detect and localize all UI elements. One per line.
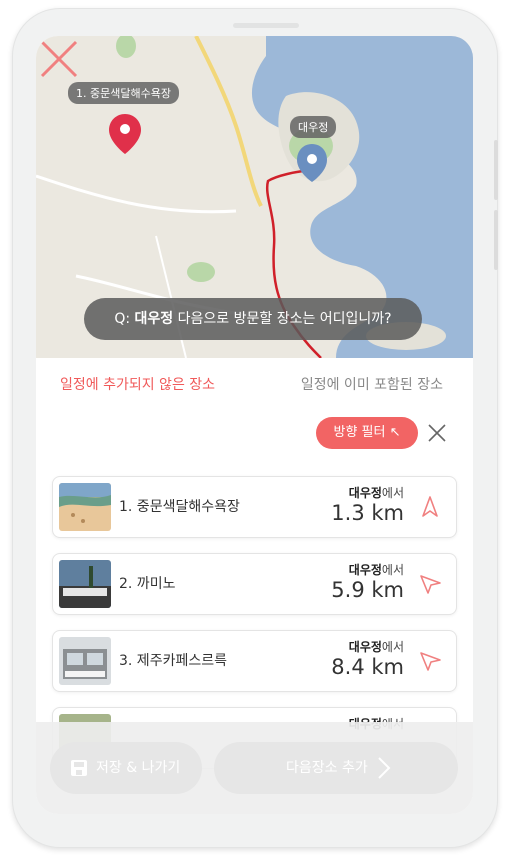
place-card[interactable]: 1. 중문색달해수욕장 대우정에서 1.3 km [52, 476, 457, 538]
place-name: 2. 까미노 [119, 576, 176, 592]
save-icon [71, 760, 87, 776]
pin-current-label: 대우정 [290, 116, 337, 138]
save-exit-button[interactable]: 저장 & 나가기 [50, 742, 202, 794]
distance-value: 1.3 km [331, 501, 404, 525]
phone-speaker [233, 23, 299, 28]
park-area [187, 262, 215, 282]
close-icon[interactable] [426, 422, 448, 444]
distance-value: 8.4 km [331, 655, 404, 679]
place-thumbnail [59, 637, 111, 685]
add-next-place-label: 다음장소 추가 [286, 760, 368, 776]
place-name: 3. 제주카페스르륵 [119, 653, 227, 669]
place-thumbnail [59, 560, 111, 608]
direction-arrow-icon [420, 575, 441, 594]
question-prefix: Q: [114, 311, 135, 327]
place-card[interactable]: 2. 까미노 대우정에서 5.9 km [52, 553, 457, 615]
app-screen: 1. 중문색달해수욕장 대우정 Q: 대우정 다음으로 방문할 장소는 어디입니… [36, 36, 473, 814]
chevron-right-icon [378, 757, 391, 779]
map-view[interactable]: 1. 중문색달해수욕장 대우정 Q: 대우정 다음으로 방문할 장소는 어디입니… [36, 36, 473, 358]
phone-side-button [494, 210, 498, 270]
question-banner: Q: 대우정 다음으로 방문할 장소는 어디입니까? [84, 298, 422, 340]
direction-filter-button[interactable]: 방향 필터 ↖ [316, 417, 418, 449]
distance-origin: 대우정에서 [348, 563, 404, 577]
tab-already-added[interactable]: 일정에 이미 포함된 장소 [301, 374, 443, 394]
place-thumbnail [59, 483, 111, 531]
direction-arrow-icon [420, 652, 441, 671]
question-place: 대우정 [134, 311, 174, 327]
question-suffix: 다음으로 방문할 장소는 어디입니까? [173, 311, 392, 327]
close-icon[interactable] [36, 36, 82, 82]
distance-value: 5.9 km [331, 578, 404, 602]
phone-side-button [494, 140, 498, 200]
add-next-place-button[interactable]: 다음장소 추가 [214, 742, 458, 794]
distance-origin: 대우정에서 [348, 486, 404, 500]
place-tabs: 일정에 추가되지 않은 장소 일정에 이미 포함된 장소 [36, 366, 473, 402]
distance-origin: 대우정에서 [348, 640, 404, 654]
direction-arrow-icon [422, 496, 438, 517]
save-exit-label: 저장 & 나가기 [96, 760, 181, 776]
tab-not-added[interactable]: 일정에 추가되지 않은 장소 [60, 374, 215, 394]
pin-start-label: 1. 중문색달해수욕장 [68, 82, 179, 104]
place-card[interactable]: 3. 제주카페스르륵 대우정에서 8.4 km [52, 630, 457, 692]
place-name: 1. 중문색달해수욕장 [119, 499, 240, 515]
